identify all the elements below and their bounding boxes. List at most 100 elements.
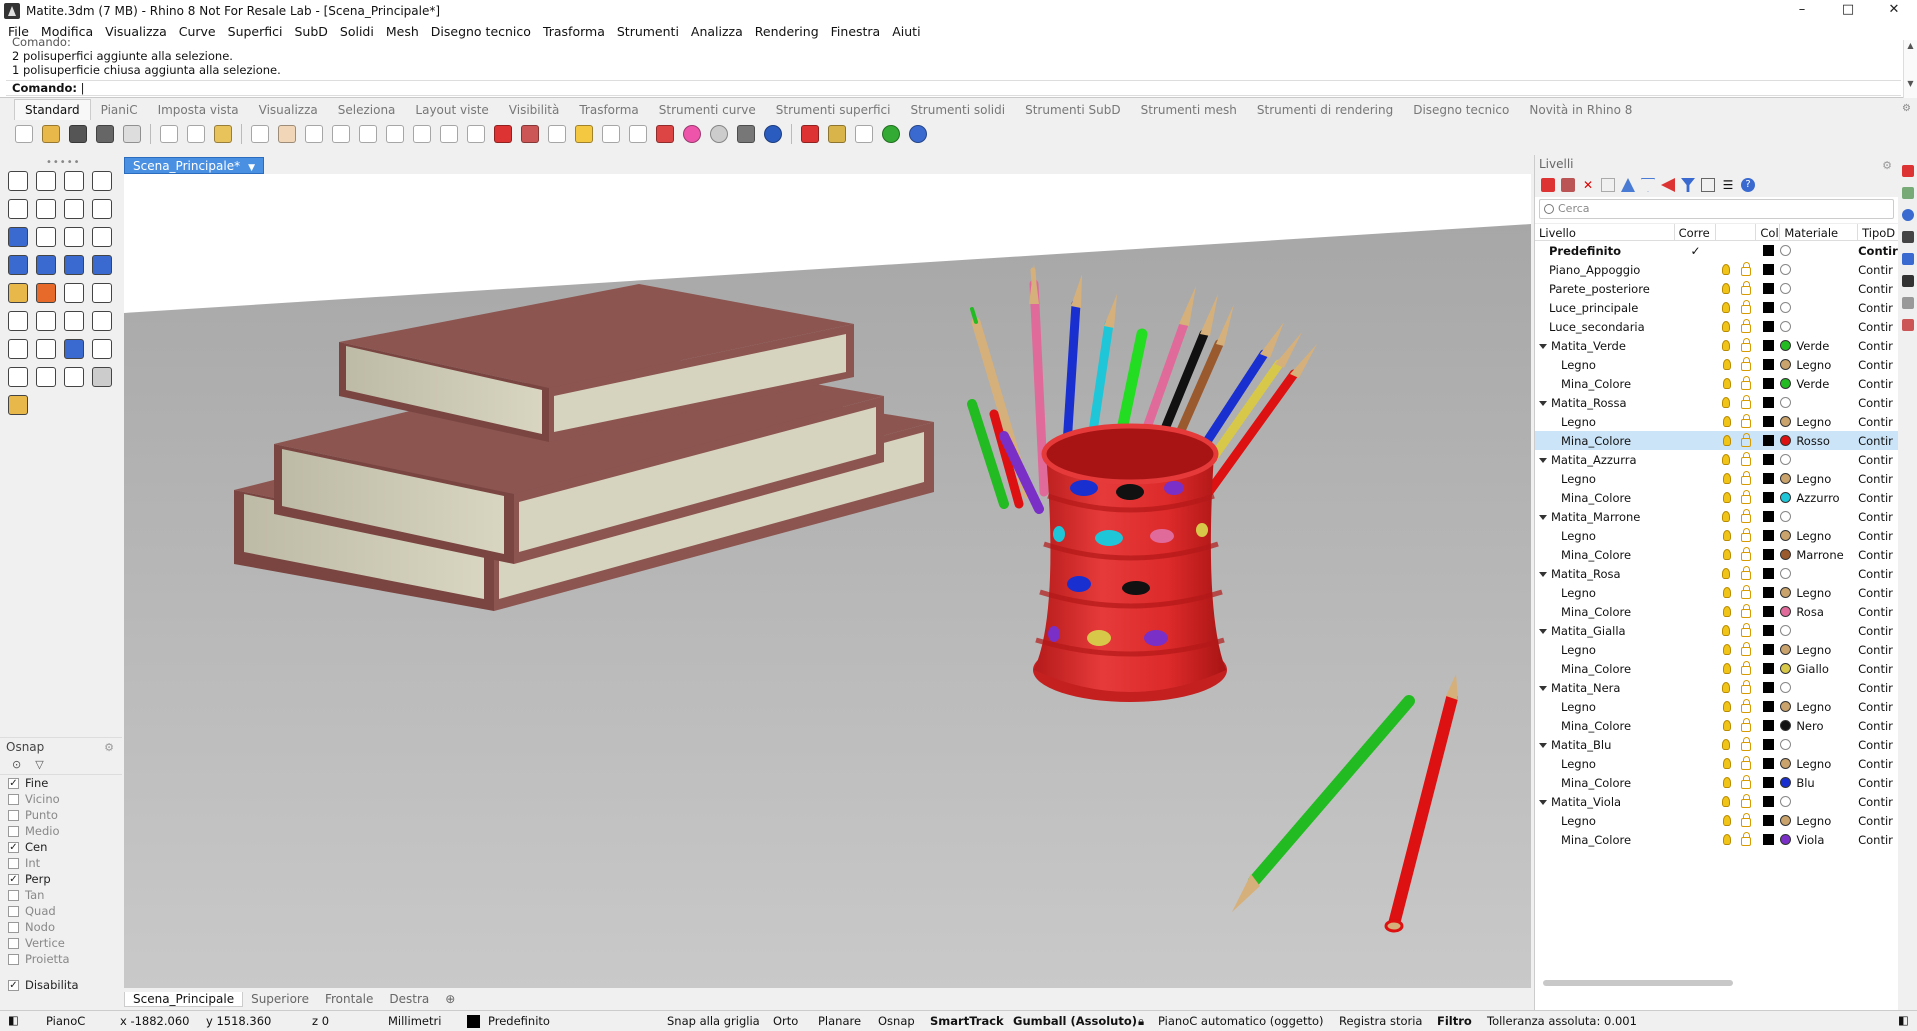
close-button[interactable]: ✕ (1871, 0, 1917, 22)
osnap-item[interactable]: Proietta (0, 951, 122, 967)
cut-icon[interactable] (157, 122, 181, 146)
lock-toggle[interactable] (1736, 717, 1756, 732)
expand-triangle-icon[interactable] (1539, 514, 1547, 520)
visibility-toggle[interactable] (1717, 682, 1737, 693)
layer-material-cell[interactable]: Legno (1780, 415, 1858, 429)
layer-row[interactable]: Mina_Colore Nero Contir (1535, 716, 1898, 735)
rectangle-icon[interactable] (88, 195, 116, 223)
boolean-icon[interactable] (4, 307, 32, 335)
layer-row[interactable]: Legno Legno Contir (1535, 526, 1898, 545)
menu-strumenti[interactable]: Strumenti (611, 24, 685, 39)
layer-row[interactable]: Matita_Nera Contir (1535, 678, 1898, 697)
surface-icon[interactable] (60, 223, 88, 251)
col-linetype[interactable]: TipoD (1858, 224, 1898, 240)
osnap-item[interactable]: ✓ Cen (0, 839, 122, 855)
layer-color-cell[interactable] (1756, 492, 1780, 503)
command-scrollbar[interactable]: ▲ ▼ (1903, 40, 1917, 98)
gears-icon[interactable] (825, 122, 849, 146)
linetype-cell[interactable]: Contir (1858, 814, 1898, 828)
toggle-gumball[interactable]: Gumball (Assoluto) (1013, 1014, 1137, 1028)
viewport-title-tab[interactable]: Scena_Principale* ▼ (124, 157, 264, 174)
loft-icon[interactable] (88, 223, 116, 251)
toolbar-tab[interactable]: Standard (14, 99, 91, 120)
lock-toggle[interactable] (1736, 641, 1756, 656)
lock-toggle[interactable] (1736, 584, 1756, 599)
dimension-icon[interactable] (852, 122, 876, 146)
linetype-cell[interactable]: Contir (1858, 339, 1898, 353)
move-icon[interactable] (60, 307, 88, 335)
sphere-icon[interactable] (707, 122, 731, 146)
col-color[interactable]: Colo (1756, 224, 1781, 240)
toggle-planar[interactable]: Planare (818, 1014, 861, 1028)
move-up-icon[interactable] (1621, 178, 1635, 192)
visibility-toggle[interactable] (1717, 283, 1737, 294)
maximize-button[interactable]: □ (1825, 0, 1871, 22)
lock-toggle[interactable] (1736, 413, 1756, 428)
layer-color-cell[interactable] (1756, 530, 1780, 541)
checkbox[interactable] (8, 809, 19, 821)
layer-material-cell[interactable] (1780, 264, 1858, 275)
filter-icon[interactable]: ▽ (35, 758, 43, 771)
visibility-toggle[interactable] (1717, 454, 1737, 465)
layer-row[interactable]: Mina_Colore Viola Contir (1535, 830, 1898, 849)
toolbar-tab[interactable]: Strumenti superfici (766, 100, 901, 120)
layer-color-cell[interactable] (1756, 264, 1780, 275)
layer-material-cell[interactable]: Verde (1780, 377, 1858, 391)
mesh-icon[interactable] (60, 335, 88, 363)
wrench-icon[interactable] (518, 122, 542, 146)
split-icon[interactable] (60, 279, 88, 307)
extrude-icon[interactable] (88, 251, 116, 279)
menu-aiuti[interactable]: Aiuti (886, 24, 926, 39)
tab-frontale[interactable]: Frontale (317, 992, 381, 1006)
layer-row[interactable]: Parete_posteriore Contir (1535, 279, 1898, 298)
lock-toggle[interactable] (1736, 622, 1756, 637)
gear-icon[interactable]: ⚙ (104, 739, 114, 757)
expand-triangle-icon[interactable] (1539, 685, 1547, 691)
menu-superfici[interactable]: Superfici (222, 24, 289, 39)
lock-toggle[interactable] (1736, 736, 1756, 751)
lock-toggle[interactable] (1736, 356, 1756, 371)
toolbar-tab[interactable]: Seleziona (328, 100, 406, 120)
menu-trasforma[interactable]: Trasforma (537, 24, 611, 39)
select-icon[interactable] (4, 167, 32, 195)
visibility-toggle[interactable] (1717, 720, 1737, 731)
render-icon[interactable] (734, 122, 758, 146)
osnap-item[interactable]: Medio (0, 823, 122, 839)
layer-color-cell[interactable] (1756, 644, 1780, 655)
linetype-cell[interactable]: Contir (1858, 472, 1898, 486)
layer-color-cell[interactable] (1756, 302, 1780, 313)
array-icon[interactable] (88, 307, 116, 335)
toolbar-tab[interactable]: Layout viste (405, 100, 498, 120)
green-ball-icon[interactable] (879, 122, 903, 146)
layer-row[interactable]: Mina_Colore Rosa Contir (1535, 602, 1898, 621)
osnap-mode-icon[interactable]: ⊙ (12, 758, 21, 771)
layer-material-cell[interactable] (1780, 511, 1858, 522)
layer-row[interactable]: Matita_Azzurra Contir (1535, 450, 1898, 469)
linetype-cell[interactable]: Contir (1858, 396, 1898, 410)
checkbox[interactable] (8, 825, 19, 837)
layer-material-cell[interactable] (1780, 302, 1858, 313)
lock-icon[interactable] (626, 122, 650, 146)
lock-toggle[interactable] (1736, 565, 1756, 580)
osnap-item[interactable]: ✓ Fine (0, 775, 122, 791)
expand-triangle-icon[interactable] (1539, 742, 1547, 748)
help-icon[interactable] (906, 122, 930, 146)
checkbox[interactable] (8, 921, 19, 933)
layer-material-cell[interactable]: Legno (1780, 643, 1858, 657)
layer-row[interactable]: Mina_Colore Rosso Contir (1535, 431, 1898, 450)
expand-triangle-icon[interactable] (1539, 799, 1547, 805)
linetype-cell[interactable]: Contir (1858, 263, 1898, 277)
layer-row[interactable]: Mina_Colore Azzurro Contir (1535, 488, 1898, 507)
polyline-icon[interactable] (60, 167, 88, 195)
pan-hand-icon[interactable] (275, 122, 299, 146)
linetype-cell[interactable]: Contir (1858, 738, 1898, 752)
lock-toggle[interactable] (1736, 698, 1756, 713)
lock-toggle[interactable] (1736, 660, 1756, 675)
linetype-cell[interactable]: Contir (1858, 377, 1898, 391)
join-icon[interactable] (88, 279, 116, 307)
expand-triangle-icon[interactable] (1539, 628, 1547, 634)
lock-toggle[interactable] (1736, 318, 1756, 333)
menu-rendering[interactable]: Rendering (749, 24, 825, 39)
layer-row[interactable]: Luce_secondaria Contir (1535, 317, 1898, 336)
shaded-icon[interactable] (88, 363, 116, 391)
